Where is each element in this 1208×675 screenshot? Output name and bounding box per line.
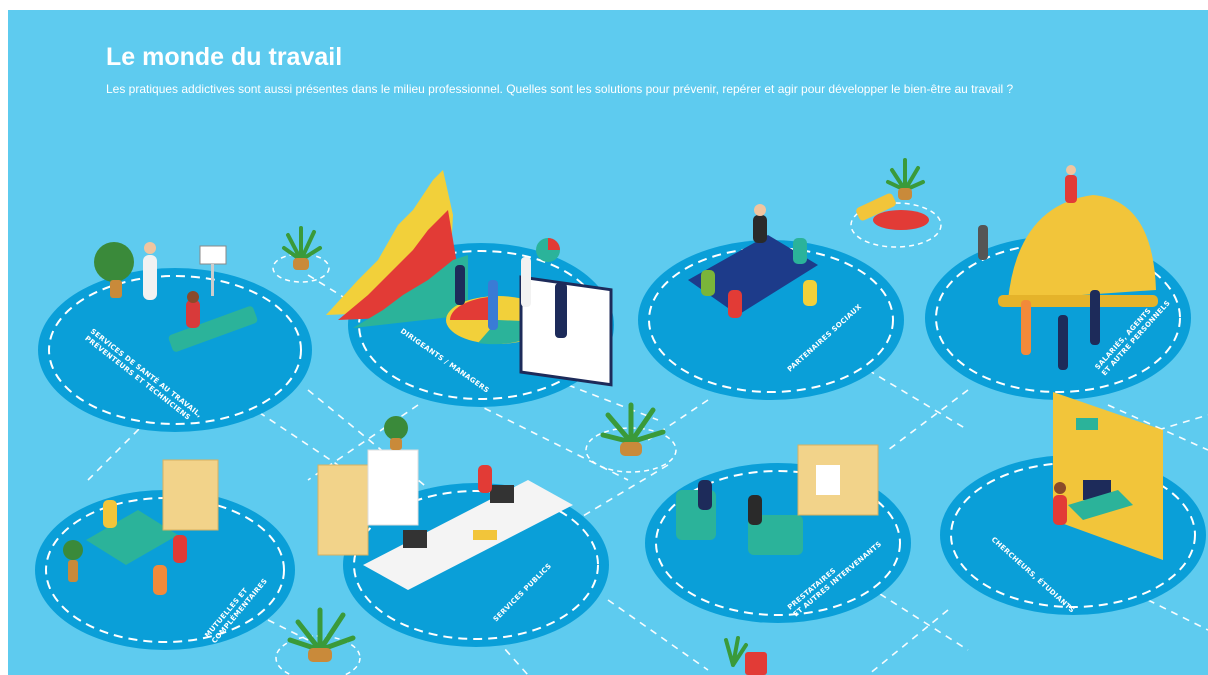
zone-prestataires[interactable]: PRESTATAIRES ET AUTRES INTERVENANTS (645, 444, 911, 623)
zone-dirigeants[interactable]: DIRIGEANTS / MANAGERS (326, 170, 614, 407)
potted-plant-icon (272, 226, 330, 283)
potted-plant-icon (850, 158, 942, 248)
potted-plant-icon (275, 607, 361, 675)
zone-chercheurs[interactable]: CHERCHEURS, ÉTUDIANTS (940, 392, 1206, 615)
workplace-map: SERVICES DE SANTÉ AU TRAVAIL, PRÉVENTEUR… (35, 158, 1208, 675)
zone-sante[interactable]: SERVICES DE SANTÉ AU TRAVAIL, PRÉVENTEUR… (38, 242, 312, 432)
zone-partenaires[interactable]: PARTENAIRES SOCIAUX (638, 204, 904, 400)
page-title: Le monde du travail (106, 43, 343, 71)
illustration-panel: SERVICES DE SANTÉ AU TRAVAIL, PRÉVENTEUR… (8, 10, 1208, 675)
potted-plant-icon (724, 636, 767, 675)
zone-publics[interactable]: SERVICES PUBLICS (317, 416, 609, 647)
page-subtitle: Les pratiques addictives sont aussi prés… (106, 82, 1014, 96)
potted-plant-icon (585, 402, 677, 473)
zone-salaries[interactable]: SALARIÉS, AGENTS ET AUTRE PERSONNELS (925, 165, 1191, 400)
zone-mutuelles[interactable]: MUTUELLES ET COMPLÉMENTAIRES (35, 459, 295, 650)
